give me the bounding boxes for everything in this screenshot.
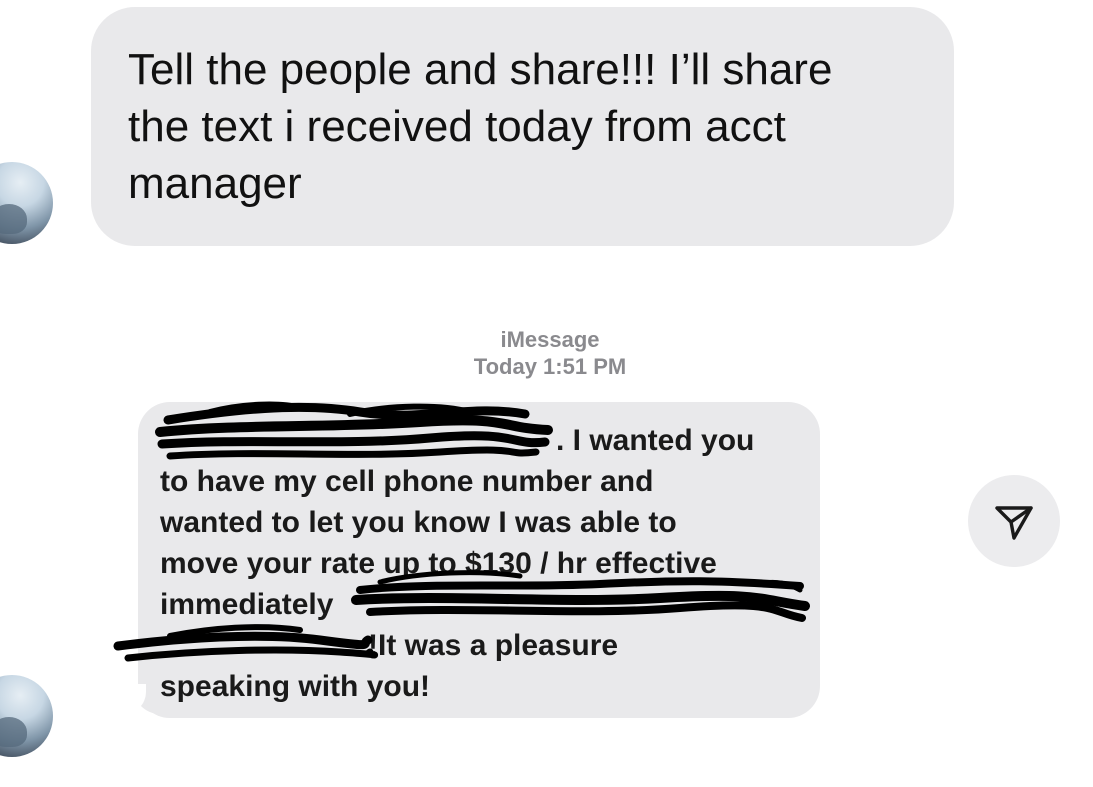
message-text-line: the text i received today from acct	[128, 102, 786, 151]
message-text-line: . I wanted you	[556, 424, 755, 457]
bubble-tail	[120, 684, 160, 720]
message-text-line: manager	[128, 159, 302, 208]
message-text-line: Tell the people and share!!! I’ll share	[128, 45, 833, 94]
message-timestamp-separator: iMessage Today 1:51 PM	[400, 326, 700, 380]
contact-avatar[interactable]	[0, 162, 53, 244]
paper-plane-share-icon	[995, 506, 1033, 540]
message-text-line: !It was a pleasure	[368, 629, 619, 662]
message-thread: Tell the people and share!!! I’ll share …	[0, 0, 1093, 787]
contact-avatar[interactable]	[0, 675, 53, 757]
message-text-line: move your rate up to $130 / hr effective	[160, 547, 717, 580]
message-bubble-received[interactable]: . I wanted you to have my cell phone num…	[138, 402, 820, 718]
message-text-line: wanted to let you know I was able to	[160, 506, 677, 539]
message-bubble-received[interactable]: Tell the people and share!!! I’ll share …	[91, 7, 954, 246]
timestamp-label: Today 1:51 PM	[473, 354, 627, 379]
share-button[interactable]	[968, 475, 1060, 567]
message-text-line: immediately	[160, 588, 334, 621]
message-text-line: to have my cell phone number and	[160, 465, 654, 498]
service-label: iMessage	[500, 327, 600, 352]
message-text-line: speaking with you!	[160, 670, 431, 703]
